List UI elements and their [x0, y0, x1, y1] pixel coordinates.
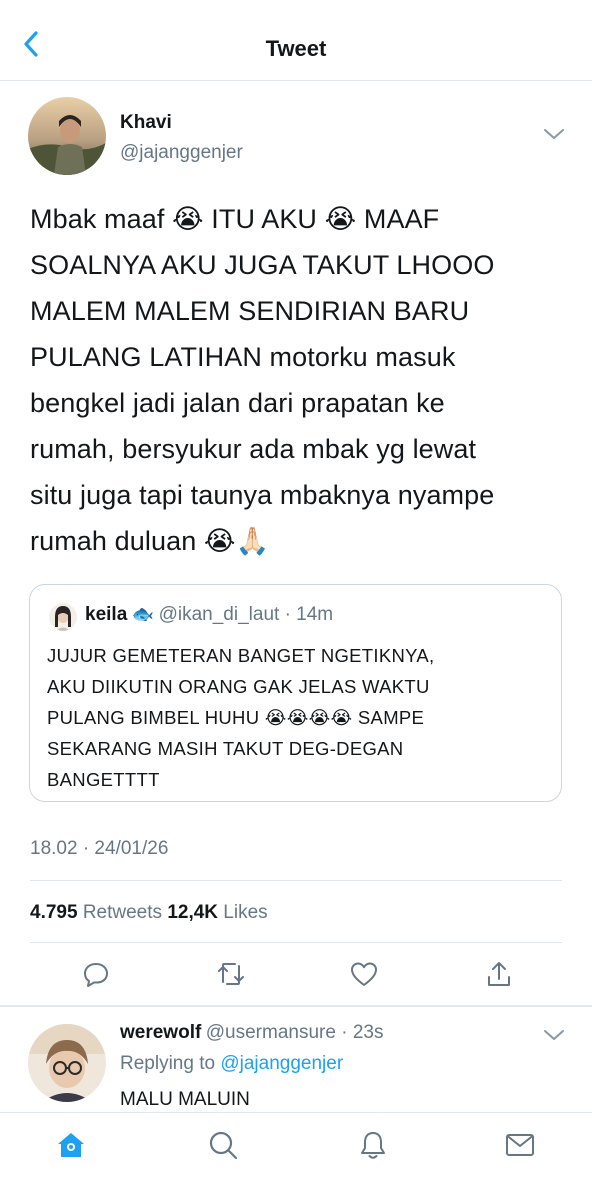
quoted-author-avatar [49, 603, 77, 631]
quoted-line: BANGETTTT [47, 769, 160, 790]
tweet-line: rumah, bersyukur ada mbak yg lewat [30, 434, 477, 464]
reply-author-name[interactable]: werewolf [120, 1022, 201, 1043]
retweet-button[interactable] [211, 954, 251, 994]
replying-to-handle-link[interactable]: @jajanggenjer [220, 1053, 343, 1074]
reply-body: MALU MALUIN [120, 1089, 250, 1110]
page-title: Tweet [265, 36, 327, 61]
tweet-stats: 4.795 Retweets 12,4K Likes [30, 902, 268, 924]
author-handle[interactable]: @jajanggenjer [120, 142, 243, 164]
avatar-photo [49, 603, 77, 631]
bell-icon [361, 1132, 385, 1159]
likes-count: 12,4K [167, 902, 219, 923]
tweet-body: Mbak maaf 😭 ITU AKU 😭 MAAF SOALNYA AKU J… [30, 196, 570, 564]
quoted-name-emoji: 🐟 [131, 604, 155, 624]
tweet-line: Mbak maaf 😭 ITU AKU 😭 MAAF [30, 204, 440, 234]
quoted-tweet-body: JUJUR GEMETERAN BANGET NGETIKNYA, AKU DI… [47, 640, 435, 795]
quoted-line: AKU DIIKUTIN ORANG GAK JELAS WAKTU [47, 676, 430, 697]
tab-home[interactable] [49, 1123, 93, 1167]
retweet-icon [218, 963, 244, 985]
chevron-down-icon [544, 129, 564, 139]
reply-author-line: werewolf @usermansure · 23s [120, 1022, 383, 1044]
chevron-down-icon [544, 1030, 564, 1040]
tab-search[interactable] [201, 1123, 245, 1167]
quoted-author-name: keila [85, 604, 128, 625]
reply-author-handle-time: @usermansure · 23s [205, 1022, 384, 1043]
tweet-line: situ juga tapi taunya mbaknya nyampe [30, 480, 495, 510]
home-icon [58, 1133, 84, 1157]
bottom-tab-bar [0, 1112, 592, 1201]
tweet-line: PULANG LATIHAN motorku masuk [30, 342, 456, 372]
top-nav-bar: Tweet [0, 0, 592, 81]
tweet-line: rumah duluan 😭🙏🏻 [30, 526, 270, 556]
share-icon [488, 962, 510, 986]
avatar-photo [28, 97, 106, 175]
section-divider [0, 1005, 592, 1007]
quoted-line: JUJUR GEMETERAN BANGET NGETIKNYA, [47, 645, 435, 666]
replying-to-prefix: Replying to [120, 1053, 216, 1074]
retweets-label: Retweets [82, 902, 163, 923]
divider [30, 942, 562, 943]
quoted-author-handle-time: @ikan_di_laut · 14m [158, 604, 334, 625]
author-name[interactable]: Khavi [120, 112, 172, 134]
tweet-line: MALEM MALEM SENDIRIAN BARU [30, 296, 470, 326]
likes-label: Likes [223, 902, 268, 923]
author-avatar[interactable] [28, 97, 106, 175]
retweets-stat[interactable]: 4.795 Retweets [30, 902, 167, 923]
reply-icon [84, 963, 108, 987]
divider [30, 880, 562, 881]
mail-icon [506, 1134, 534, 1156]
tab-messages[interactable] [498, 1123, 542, 1167]
tab-notifications[interactable] [351, 1123, 395, 1167]
quoted-author-line: keila 🐟 @ikan_di_laut · 14m [85, 604, 333, 626]
reply-author-avatar[interactable] [28, 1024, 106, 1102]
tweet-options-button[interactable] [542, 126, 568, 146]
like-button[interactable] [344, 954, 384, 994]
reply-options-button[interactable] [542, 1027, 568, 1047]
tweet-line: bengkel jadi jalan dari prapatan ke [30, 388, 445, 418]
replying-to: Replying to @jajanggenjer [120, 1053, 343, 1075]
retweets-count: 4.795 [30, 902, 78, 923]
tweet-timestamp: 18.02 · 24/01/26 [30, 838, 169, 859]
heart-icon [351, 962, 377, 986]
reply-button[interactable] [76, 954, 116, 994]
quoted-line: SEKARANG MASIH TAKUT DEG-DEGAN [47, 738, 404, 759]
tweet-line: SOALNYA AKU JUGA TAKUT LHOOO [30, 250, 495, 280]
search-icon [209, 1131, 238, 1160]
share-button[interactable] [479, 954, 519, 994]
likes-stat[interactable]: 12,4K Likes [167, 902, 267, 923]
avatar-photo [28, 1024, 106, 1102]
quoted-line: PULANG BIMBEL HUHU 😭😭😭😭 SAMPE [47, 707, 425, 728]
